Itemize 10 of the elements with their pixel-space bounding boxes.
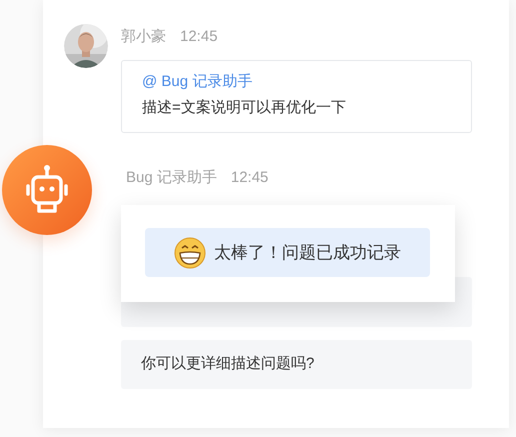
message-text: 描述=文案说明可以再优化一下 <box>142 98 347 118</box>
sender-name: Bug 记录助手 <box>126 168 217 188</box>
message-time: 12:45 <box>180 26 218 47</box>
message-text: 你可以更详细描述问题吗? <box>141 354 314 374</box>
success-message: 太棒了！问题已成功记录 <box>214 242 401 264</box>
robot-icon <box>24 164 70 216</box>
mention-link[interactable]: @ Bug 记录助手 <box>142 71 451 94</box>
grinning-face-icon <box>174 236 206 268</box>
message-time: 12:45 <box>230 168 268 188</box>
sender-name: 郭小豪 <box>121 26 166 47</box>
